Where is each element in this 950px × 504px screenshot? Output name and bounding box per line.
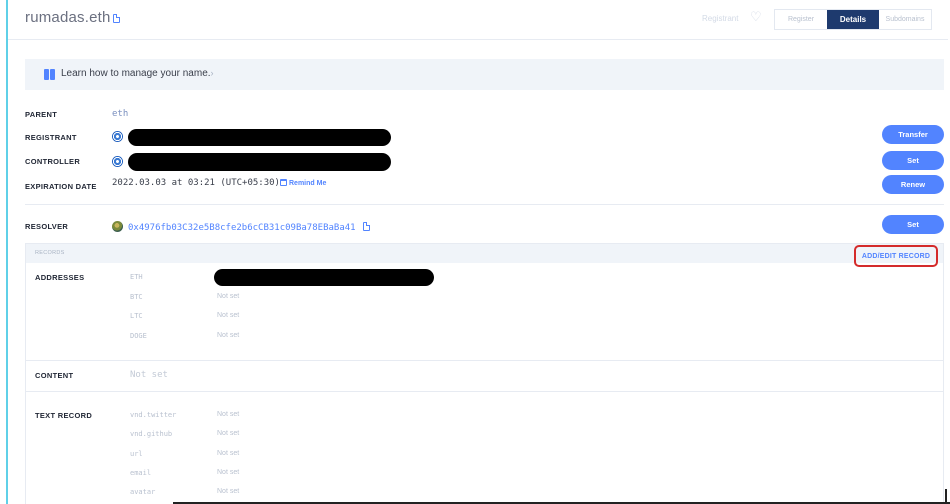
resolver-label: RESOLVER <box>25 222 69 231</box>
text-value-email: Not set <box>217 469 240 476</box>
domain-name: rumadas.eth <box>25 9 111 26</box>
chevron-right-icon: › <box>210 68 214 78</box>
address-key-btc: BTC <box>130 293 143 301</box>
records-header: RECORDS <box>26 244 943 263</box>
address-value-btc: Not set <box>217 293 240 300</box>
bottom-edge-tick <box>945 489 947 504</box>
address-key-ltc: LTC <box>130 312 143 320</box>
records-divider <box>26 391 943 392</box>
text-value-twitter: Not set <box>217 411 240 418</box>
remind-me-link[interactable]: Remind Me <box>280 179 326 187</box>
text-record-label: TEXT RECORD <box>35 411 93 420</box>
expiration-value: 2022.03.03 at 03:21 (UTC+05:30) <box>112 178 280 188</box>
redacted-controller-address <box>128 153 391 171</box>
text-key-avatar: avatar <box>130 488 156 496</box>
tab-subdomains[interactable]: Subdomains <box>879 10 931 29</box>
text-key-github: vnd.github <box>130 430 173 438</box>
expiration-label: EXPIRATION DATE <box>25 182 97 191</box>
section-divider <box>25 204 944 205</box>
redacted-registrant-address <box>128 129 391 146</box>
set-resolver-button[interactable]: Set <box>882 215 944 234</box>
add-edit-record-button[interactable]: ADD/EDIT RECORD <box>854 245 938 267</box>
controller-label: CONTROLLER <box>25 157 81 166</box>
name-details-page: rumadas.eth Registrant ♡ Register Detail… <box>8 0 950 504</box>
tab-details[interactable]: Details <box>827 10 879 29</box>
registrant-label: REGISTRANT <box>25 133 77 142</box>
tab-register[interactable]: Register <box>775 10 827 29</box>
text-value-avatar: Not set <box>217 488 240 495</box>
banner-text[interactable]: Learn how to manage your name.› <box>61 68 214 79</box>
parent-value[interactable]: eth <box>112 109 128 119</box>
address-value-doge: Not set <box>217 332 240 339</box>
redacted-eth-address <box>214 269 434 286</box>
text-key-twitter: vnd.twitter <box>130 411 177 419</box>
records-title: RECORDS <box>35 250 65 256</box>
tab-bar: Register Details Subdomains <box>774 9 932 30</box>
text-value-url: Not set <box>217 450 240 457</box>
resolver-address[interactable]: 0x4976fb03C32e5B8cfe2b6cCB31c09Ba78EBaBa… <box>128 221 370 233</box>
text-value-github: Not set <box>217 430 240 437</box>
copy-icon[interactable] <box>363 222 370 231</box>
address-key-doge: DOGE <box>130 332 147 340</box>
resolver-avatar-icon <box>112 221 123 232</box>
set-controller-button[interactable]: Set <box>882 151 944 170</box>
text-key-email: email <box>130 469 152 477</box>
content-label: CONTENT <box>35 371 74 380</box>
transfer-button[interactable]: Transfer <box>882 125 944 144</box>
records-divider <box>26 360 943 361</box>
parent-label: PARENT <box>25 110 58 119</box>
name-header: rumadas.eth Registrant ♡ Register Detail… <box>8 0 948 40</box>
heart-icon[interactable]: ♡ <box>750 10 762 23</box>
calendar-icon <box>280 179 287 186</box>
copy-icon[interactable] <box>112 14 120 23</box>
records-panel: RECORDS ADD/EDIT RECORD ADDRESSES ETH BT… <box>25 243 944 504</box>
controller-avatar-icon <box>112 156 123 167</box>
book-icon <box>44 69 56 80</box>
text-key-url: url <box>130 450 143 458</box>
addresses-label: ADDRESSES <box>35 273 85 282</box>
registrant-link[interactable]: Registrant <box>702 14 738 23</box>
address-value-ltc: Not set <box>217 312 240 319</box>
learn-banner[interactable]: Learn how to manage your name.› <box>25 59 944 90</box>
registrant-avatar-icon <box>112 131 123 142</box>
renew-button[interactable]: Renew <box>882 175 944 194</box>
address-key-eth: ETH <box>130 273 143 281</box>
content-value: Not set <box>130 370 168 380</box>
page-title: rumadas.eth <box>25 9 120 26</box>
